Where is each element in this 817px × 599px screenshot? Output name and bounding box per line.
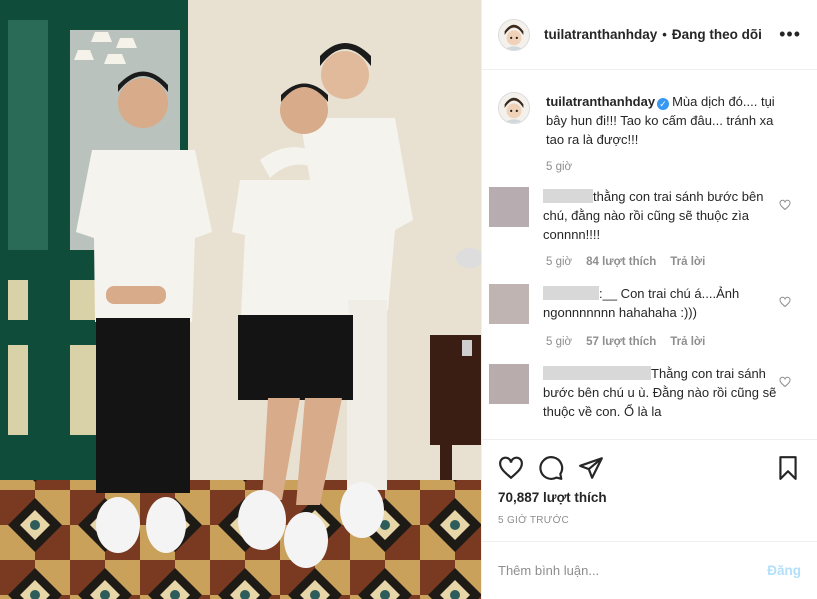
follow-status-button[interactable]: Đang theo dõi — [672, 27, 762, 42]
avatar-face-icon — [499, 93, 529, 123]
comment-body: Thằng con trai sánh bước bên chú u ù. Đằ… — [543, 364, 779, 421]
comments-scroll-area[interactable]: tuilatranthanhday ✓ Mùa dịch đó.... tụi bâ… — [482, 70, 817, 439]
caption: tuilatranthanhday ✓ Mùa dịch đó.... tụi bâ… — [498, 92, 801, 149]
comment-body: :__ Con trai chú á....Ảnh ngonnnnnnn hah… — [543, 284, 779, 324]
likes-count[interactable]: 70,887 lượt thích — [498, 490, 801, 505]
blurred-avatar[interactable] — [489, 364, 529, 404]
like-heart-icon[interactable] — [498, 455, 524, 481]
avatar-face-icon — [499, 19, 529, 50]
post-panel: tuilatranthanhday • Đang theo dõi ••• tu… — [481, 0, 817, 599]
caption-meta: 5 giờ — [546, 161, 801, 173]
caption-username-link[interactable]: tuilatranthanhday — [546, 94, 655, 109]
comment-likes[interactable]: 57 lượt thích — [586, 336, 656, 348]
caption-time[interactable]: 5 giờ — [546, 161, 572, 173]
like-comment-heart-icon[interactable] — [779, 199, 791, 211]
add-comment-input[interactable] — [498, 563, 768, 578]
post-comment-button[interactable]: Đăng — [767, 563, 801, 578]
post-actions: 70,887 lượt thích 5 GIỜ TRƯỚC — [482, 439, 817, 541]
more-options-icon[interactable]: ••• — [779, 24, 801, 45]
comment-item: Thằng con trai sánh bước bên chú u ù. Đằ… — [489, 364, 801, 421]
photo-illustration — [0, 0, 481, 599]
share-paper-plane-icon[interactable] — [578, 455, 604, 481]
caption-text-block: tuilatranthanhday ✓ Mùa dịch đó.... tụi bâ… — [546, 92, 778, 149]
post-photo[interactable] — [0, 0, 481, 599]
comment-item: thằng con trai sánh bước bên chú, đằng n… — [489, 187, 801, 244]
author-username-link[interactable]: tuilatranthanhday — [544, 27, 657, 42]
comment-bubble-icon[interactable] — [538, 455, 564, 481]
like-comment-heart-icon[interactable] — [779, 296, 791, 308]
comment-time[interactable]: 5 giờ — [546, 256, 572, 268]
redacted-username[interactable] — [543, 189, 593, 203]
blurred-avatar[interactable] — [489, 187, 529, 227]
caption-avatar[interactable] — [498, 92, 530, 124]
comment-meta: 5 giờ 84 lượt thích Trả lời — [546, 256, 801, 268]
post-header: tuilatranthanhday • Đang theo dõi ••• — [482, 0, 817, 70]
verified-badge-icon: ✓ — [657, 98, 670, 110]
comment-item: :__ Con trai chú á....Ảnh ngonnnnnnn hah… — [489, 284, 801, 324]
comment-body: thằng con trai sánh bước bên chú, đằng n… — [543, 187, 779, 244]
action-icons — [498, 448, 801, 488]
reply-button[interactable]: Trả lời — [670, 256, 705, 268]
redacted-username[interactable] — [543, 286, 599, 300]
add-comment-bar: Đăng — [482, 541, 817, 599]
blurred-avatar[interactable] — [489, 284, 529, 324]
post-time-ago[interactable]: 5 GIỜ TRƯỚC — [498, 515, 801, 526]
comment-likes[interactable]: 84 lượt thích — [586, 256, 656, 268]
author-avatar[interactable] — [498, 18, 530, 51]
redacted-username[interactable] — [543, 366, 651, 380]
comment-meta: 5 giờ 57 lượt thích Trả lời — [546, 336, 801, 348]
post-dialog: tuilatranthanhday • Đang theo dõi ••• tu… — [0, 0, 817, 599]
bookmark-icon[interactable] — [775, 455, 801, 481]
reply-button[interactable]: Trả lời — [670, 336, 705, 348]
like-comment-heart-icon[interactable] — [779, 376, 791, 388]
separator-dot: • — [662, 27, 667, 42]
comment-time[interactable]: 5 giờ — [546, 336, 572, 348]
